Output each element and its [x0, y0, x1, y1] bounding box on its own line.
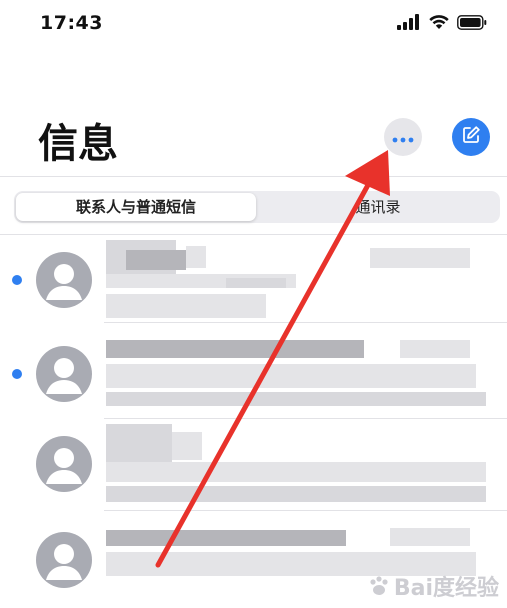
person-icon [46, 264, 82, 300]
compose-button[interactable] [452, 118, 490, 156]
header-divider [0, 176, 507, 177]
avatar [36, 252, 92, 308]
messages-screen: 17:43 信息 联系人与普通短信 通讯录 Bai度经验 [0, 0, 507, 608]
list-top-divider [0, 234, 507, 235]
message-row[interactable] [0, 236, 507, 324]
more-dots-icon [392, 128, 414, 147]
tab-contacts-and-sms[interactable]: 联系人与普通短信 [16, 193, 256, 221]
watermark: Bai度经验 [368, 570, 499, 602]
more-options-button[interactable] [384, 118, 422, 156]
message-row[interactable] [0, 420, 507, 511]
status-bar: 17:43 [0, 0, 507, 52]
signal-icon [397, 14, 421, 34]
unread-indicator [12, 275, 22, 285]
person-icon [46, 448, 82, 484]
row-divider [104, 418, 507, 419]
avatar [36, 532, 92, 588]
paw-logo-icon [370, 576, 388, 595]
status-time: 17:43 [40, 12, 103, 34]
person-icon [46, 544, 82, 580]
battery-icon [457, 14, 487, 34]
unread-indicator [12, 369, 22, 379]
watermark-text: Bai度经验 [393, 576, 499, 601]
avatar [36, 346, 92, 402]
status-icons [397, 14, 487, 34]
person-icon [46, 358, 82, 394]
compose-icon [461, 125, 481, 149]
segmented-control: 联系人与普通短信 通讯录 [14, 191, 500, 223]
row-divider [104, 322, 507, 323]
page-title: 信息 [38, 121, 118, 167]
message-row[interactable] [0, 324, 507, 419]
wifi-icon [428, 14, 450, 34]
tab-call-log[interactable]: 通讯录 [258, 193, 498, 221]
row-divider [104, 510, 507, 511]
avatar [36, 436, 92, 492]
